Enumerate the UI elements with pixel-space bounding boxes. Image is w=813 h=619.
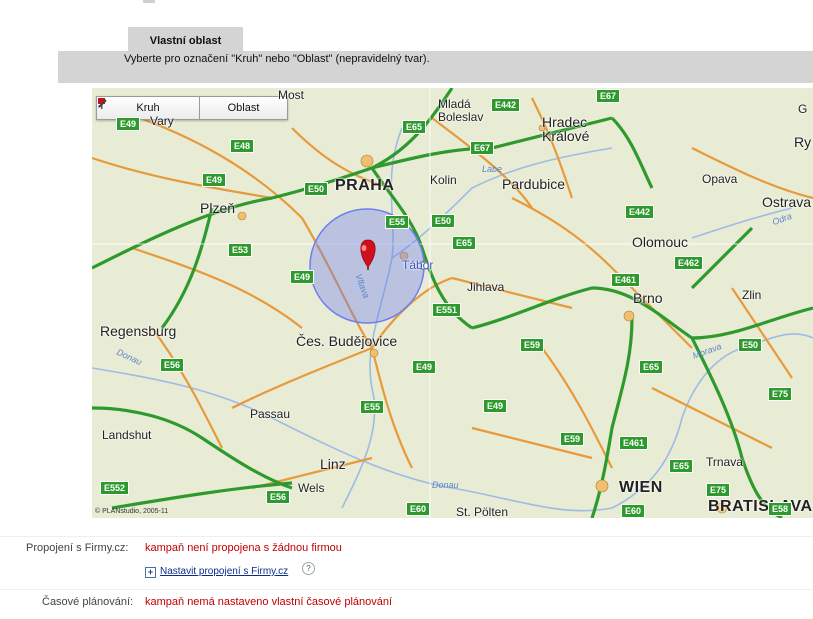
map-label-trnava: Trnava <box>706 455 743 469</box>
area-tool-button[interactable]: Oblast <box>98 97 287 119</box>
road-shield-e65a: E65 <box>402 120 427 134</box>
road-shield-e67a: E67 <box>596 89 621 103</box>
map-label-bratislava: BRATISLAVA <box>708 498 813 515</box>
map-label-most: Most <box>278 88 305 102</box>
top-stub <box>143 0 155 3</box>
map-label-vary: Vary <box>150 114 174 128</box>
map-label-pardubice: Pardubice <box>502 176 566 192</box>
set-firmy-link[interactable]: Nastavit propojení s Firmy.cz <box>160 566 288 577</box>
road-shield-e461a: E461 <box>611 273 641 287</box>
schedule-value: kampaň nemá nastaveno vlastní časové plá… <box>145 596 393 608</box>
road-shield-e67b: E67 <box>470 141 495 155</box>
map-label-kralove: Králové <box>542 128 590 144</box>
river-label-donau-2: Donau <box>432 480 459 490</box>
map-label-ceske-budejovice: Čes. Budějovice <box>296 333 398 349</box>
road-shield-e551: E551 <box>432 303 462 317</box>
plus-icon[interactable]: + <box>145 567 156 578</box>
map-label-mlada: Mladá <box>438 97 471 111</box>
road-shield-e65d: E65 <box>669 459 694 473</box>
road-shield-e65c: E65 <box>639 360 664 374</box>
road-shield-e49e: E49 <box>483 399 508 413</box>
map-label-landshut: Landshut <box>102 428 152 442</box>
map-label-kolin: Kolin <box>430 173 457 187</box>
separator <box>0 536 813 537</box>
map-label-g: G <box>798 102 808 116</box>
map-copyright: © PLANstudio, 2005-11 <box>95 508 169 515</box>
road-shield-e59b: E59 <box>560 432 585 446</box>
instruction-text: Vyberte pro označení "Kruh" nebo "Oblast… <box>124 53 430 65</box>
separator <box>0 589 813 590</box>
map-label-wels: Wels <box>298 481 325 495</box>
map-label-wien: WIEN <box>619 479 663 496</box>
road-shield-e462: E462 <box>674 256 704 270</box>
map-label-jihlava: Jihlava <box>467 280 505 294</box>
road-shield-e55a: E55 <box>385 215 410 229</box>
road-shield-e53: E53 <box>228 243 253 257</box>
map-label-praha: PRAHA <box>335 177 395 194</box>
road-shield-e60a: E60 <box>406 502 431 516</box>
map-label-opava: Opava <box>702 172 738 186</box>
firmy-value: kampaň není propojena s žádnou firmou <box>145 542 342 554</box>
road-shield-e50c: E50 <box>738 338 763 352</box>
map-label-boleslav: Boleslav <box>438 110 484 124</box>
road-shield-e50a: E50 <box>304 182 329 196</box>
road-shield-e50b: E50 <box>431 214 456 228</box>
map-label-regensburg: Regensburg <box>100 323 177 339</box>
road-shield-e49d: E49 <box>412 360 437 374</box>
help-icon[interactable]: ? <box>302 562 315 575</box>
instruction-panel: Vyberte pro označení "Kruh" nebo "Oblast… <box>58 51 813 83</box>
map-label-linz: Linz <box>320 456 346 472</box>
road-shield-e58: E58 <box>768 502 793 516</box>
tab-vlastni-oblast[interactable]: Vlastní oblast <box>128 27 243 51</box>
road-shield-e56: E56 <box>160 358 185 372</box>
circle-tool-button[interactable]: Kruh <box>97 97 199 119</box>
circle-tool-label: Kruh <box>136 102 160 114</box>
road-shield-e442b: E442 <box>625 205 655 219</box>
road-shield-e65b: E65 <box>452 236 477 250</box>
road-shield-e442a: E442 <box>491 98 521 112</box>
road-shield-e49b: E49 <box>202 173 227 187</box>
map[interactable]: Kruh Oblast Most Vary Mladá Boleslav Hra… <box>92 88 813 518</box>
area-tool-label: Oblast <box>227 102 260 114</box>
map-label-st-polten: St. Pölten <box>456 505 509 518</box>
river-label-labe: Labe <box>482 164 503 174</box>
map-label-olomouc: Olomouc <box>632 234 689 250</box>
map-label-passau: Passau <box>250 407 291 421</box>
road-shield-e49a: E49 <box>116 117 141 131</box>
road-shield-e75b: E75 <box>706 483 731 497</box>
road-shield-e56b: E56 <box>266 490 291 504</box>
road-shield-e59: E59 <box>520 338 545 352</box>
map-label-ry: Ry <box>794 134 812 150</box>
road-shield-e49c: E49 <box>290 270 315 284</box>
road-shield-e75a: E75 <box>768 387 793 401</box>
map-label-plzen: Plzeň <box>200 200 236 216</box>
schedule-label: Časové plánování: <box>42 596 134 608</box>
road-shield-e55b: E55 <box>360 400 385 414</box>
road-shield-e48: E48 <box>230 139 255 153</box>
road-shield-e552: E552 <box>100 481 130 495</box>
map-label-zlin: Zlin <box>742 288 762 302</box>
pencil-icon <box>98 99 107 108</box>
road-shield-e60b: E60 <box>621 504 646 518</box>
firmy-label: Propojení s Firmy.cz: <box>26 542 129 554</box>
road-shield-e461b: E461 <box>619 436 649 450</box>
map-label-ostrava: Ostrava <box>762 194 812 210</box>
map-label-brno: Brno <box>633 290 663 306</box>
map-label-tabor: Tábor <box>402 258 434 272</box>
